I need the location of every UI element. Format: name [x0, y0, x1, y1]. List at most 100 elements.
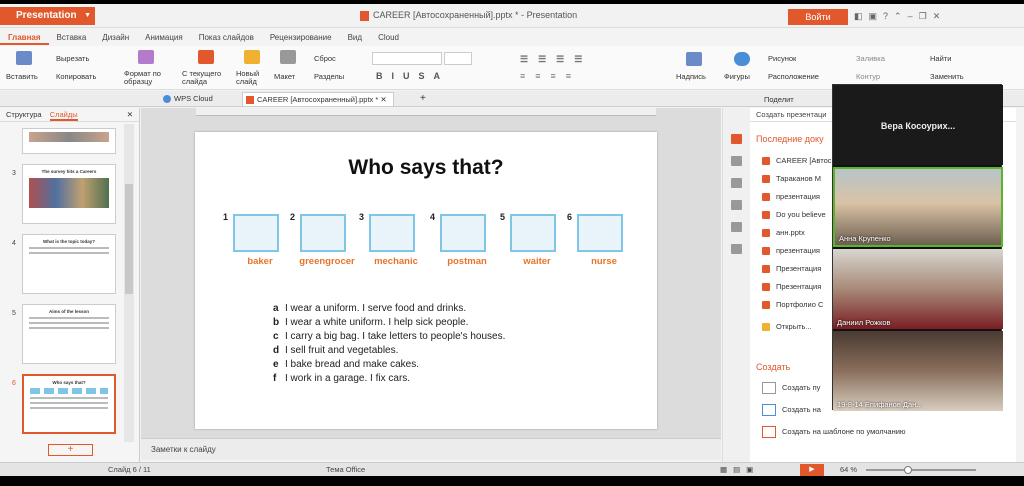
outline-button[interactable]: Контур: [856, 72, 880, 81]
tab-slides[interactable]: Слайды: [49, 110, 78, 121]
help-icon[interactable]: ?: [883, 11, 894, 21]
app-menu-button[interactable]: Presentation ▼: [0, 7, 95, 25]
tab-review[interactable]: Рецензирование: [262, 30, 340, 45]
text-format-buttons[interactable]: BIUSA: [376, 71, 449, 81]
recent-document[interactable]: Тараканов М: [762, 174, 821, 184]
tab-home[interactable]: Главная: [0, 30, 49, 45]
picture-button[interactable]: Рисунок: [768, 54, 796, 63]
view-mode-icons[interactable]: ▦▤▣: [720, 465, 759, 474]
layout-icon[interactable]: [280, 50, 296, 64]
transition-icon[interactable]: [731, 200, 742, 210]
list-icons[interactable]: ☰☰☰☰: [520, 54, 592, 65]
create-default-template-button[interactable]: Создать на шаблоне по умолчанию: [762, 426, 906, 438]
textbox-button[interactable]: Надпись: [676, 72, 706, 81]
waiter-image[interactable]: [510, 214, 556, 252]
copy-button[interactable]: Копировать: [56, 72, 96, 81]
thumbnails-scrollbar[interactable]: [124, 124, 134, 442]
host-tile[interactable]: Вера Косоурих...: [833, 85, 1003, 165]
create-online-button[interactable]: Создать на: [762, 404, 821, 416]
backup-icon[interactable]: [731, 222, 742, 232]
tools-icon[interactable]: [731, 244, 742, 254]
postman-image[interactable]: [440, 214, 486, 252]
shapes-icon[interactable]: [734, 52, 750, 66]
slide-thumbnail-3[interactable]: The survey hits a Careers: [22, 164, 116, 224]
tab-view[interactable]: Вид: [340, 30, 370, 45]
feedback-icon[interactable]: ▣: [869, 11, 884, 21]
fill-button[interactable]: Заливка: [856, 54, 885, 63]
reset-button[interactable]: Сброс: [314, 54, 336, 63]
document-icon[interactable]: [731, 134, 742, 144]
close-icon[interactable]: ✕: [933, 11, 947, 21]
close-icon[interactable]: ✕: [127, 108, 133, 122]
new-slide-button[interactable]: Новый слайд: [236, 70, 268, 86]
tab-animation[interactable]: Анимация: [137, 30, 191, 45]
recent-document[interactable]: презентация: [762, 246, 820, 256]
slide-thumbnail-6[interactable]: Who says that?: [22, 374, 116, 434]
sentences-list[interactable]: a I wear a uniform. I serve food and drin…: [273, 302, 505, 386]
new-tab-button[interactable]: +: [420, 93, 426, 104]
from-current-icon[interactable]: [198, 50, 214, 64]
greengrocer-image[interactable]: [300, 214, 346, 252]
tab-insert[interactable]: Вставка: [49, 30, 95, 45]
create-blank-button[interactable]: Создать пу: [762, 382, 820, 394]
tab-slideshow[interactable]: Показ слайдов: [191, 30, 262, 45]
from-current-button[interactable]: С текущего слайда: [182, 70, 232, 86]
slide-thumbnail-4[interactable]: What is the topic today?: [22, 234, 116, 294]
new-slide-icon[interactable]: [244, 50, 260, 64]
minimize-icon[interactable]: –: [908, 11, 919, 21]
properties-icon[interactable]: [731, 156, 742, 166]
tab-design[interactable]: Дизайн: [94, 30, 137, 45]
zoom-slider-knob[interactable]: [904, 466, 912, 474]
sections-button[interactable]: Разделы: [314, 72, 344, 81]
zoom-slider[interactable]: [866, 466, 976, 474]
tab-document[interactable]: CAREER [Автосохраненный].pptx * ✕: [242, 92, 394, 106]
participant-tile[interactable]: 19-8-14 Епифанов Дан...: [833, 331, 1003, 411]
recent-document[interactable]: Презентация: [762, 264, 821, 274]
slide[interactable]: Who says that? 1 baker 2 greengrocer 3 mech…: [195, 132, 657, 429]
slide-title[interactable]: Who says that?: [195, 156, 657, 180]
recent-document[interactable]: Презентация: [762, 282, 821, 292]
recent-document[interactable]: анн.pptx: [762, 228, 805, 238]
arrangement-button[interactable]: Расположение: [768, 72, 819, 81]
participant-tile[interactable]: Даниил Рожков: [833, 249, 1003, 329]
expand-icon[interactable]: ⌃: [894, 11, 908, 21]
tab-cloud[interactable]: Cloud: [370, 30, 407, 45]
slideshow-play-button[interactable]: ▶: [800, 464, 824, 476]
slide-notes[interactable]: Заметки к слайду: [141, 438, 721, 460]
tab-wps-cloud[interactable]: WPS Cloud: [160, 92, 219, 106]
font-name-input[interactable]: [372, 52, 442, 65]
paste-icon[interactable]: [16, 51, 32, 65]
paste-button[interactable]: Вставить: [6, 72, 38, 81]
nurse-image[interactable]: [577, 214, 623, 252]
slide-thumbnail-2[interactable]: [22, 128, 116, 154]
slide-thumbnail-5[interactable]: Aims of the lesson: [22, 304, 116, 364]
mechanic-image[interactable]: [369, 214, 415, 252]
job-number: 6: [567, 212, 573, 222]
font-size-input[interactable]: [444, 52, 472, 65]
add-slide-button[interactable]: +: [48, 444, 93, 456]
format-painter-button[interactable]: Формат по образцу: [124, 70, 168, 86]
layout-button[interactable]: Макет: [274, 72, 295, 81]
skin-icon[interactable]: ◧: [854, 11, 869, 21]
find-button[interactable]: Найти: [930, 54, 951, 63]
format-painter-icon[interactable]: [138, 50, 154, 64]
tab-close-icon[interactable]: ✕: [380, 95, 386, 104]
recent-document[interactable]: CAREER [Автос: [762, 156, 832, 166]
baker-image[interactable]: [233, 214, 279, 252]
tab-structure[interactable]: Структура: [6, 110, 42, 119]
animation-icon[interactable]: [731, 178, 742, 188]
recent-document[interactable]: Do you believe: [762, 210, 826, 220]
login-button[interactable]: Войти: [788, 9, 848, 25]
cut-button[interactable]: Вырезать: [56, 54, 89, 63]
scrollbar-thumb[interactable]: [125, 184, 133, 294]
align-icons[interactable]: ≡≡≡≡: [520, 71, 581, 81]
replace-button[interactable]: Заменить: [930, 72, 964, 81]
restore-icon[interactable]: ❐: [919, 11, 933, 21]
shapes-button[interactable]: Фигуры: [724, 72, 750, 81]
share-button[interactable]: Поделит: [764, 95, 794, 104]
participant-tile[interactable]: Анна Крупенко: [833, 167, 1003, 247]
recent-document[interactable]: презентация: [762, 192, 820, 202]
textbox-icon[interactable]: [686, 52, 702, 66]
recent-document[interactable]: Портфолио С: [762, 300, 823, 310]
open-button[interactable]: Открыть...: [762, 322, 812, 332]
